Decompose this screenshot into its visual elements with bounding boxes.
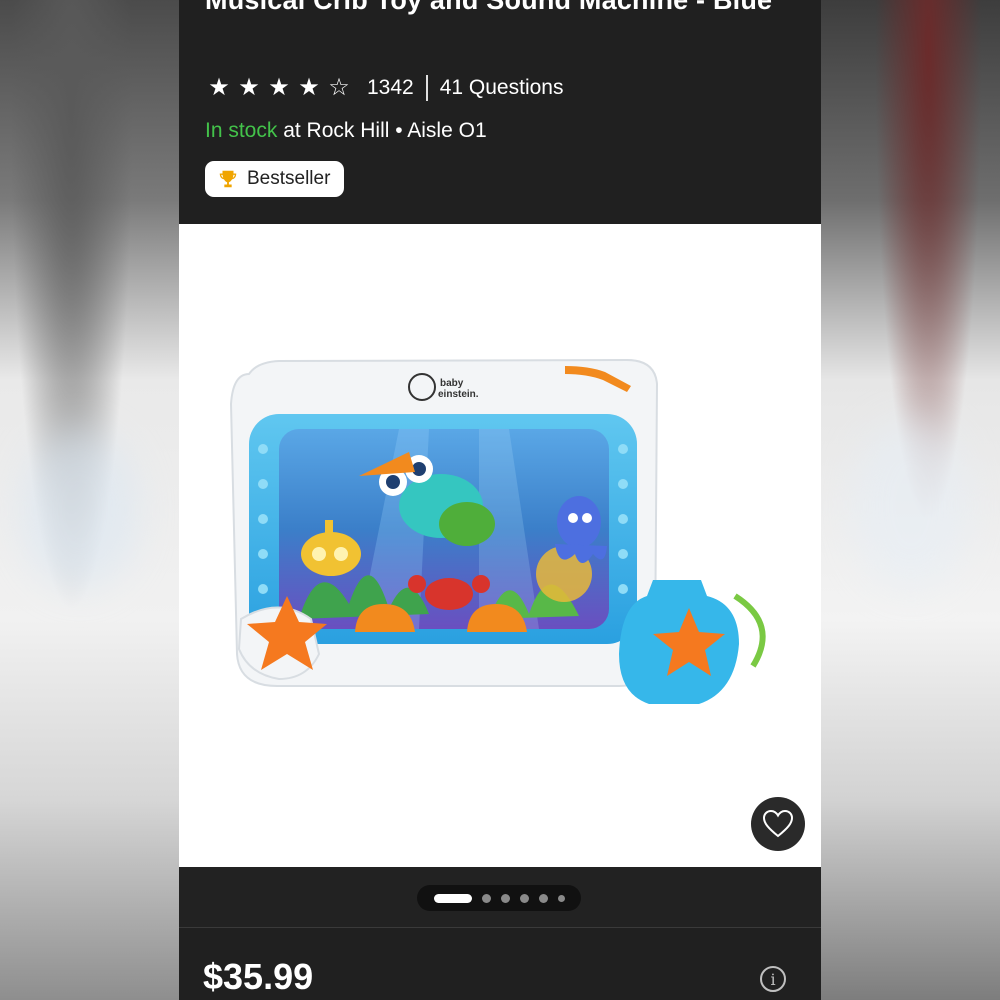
stock-status: In stock [205,119,278,142]
carousel-dot[interactable] [557,894,565,902]
price: $35.99 [203,956,314,997]
rating-row[interactable]: ★ ★ ★ ★ ☆ 1342 41 Questions [205,73,563,103]
trophy-icon [219,170,237,188]
blurred-background-left [0,0,179,1000]
product-header: Musical Crib Toy and Sound Machine - Blu… [179,0,821,224]
star-outline-icon: ☆ [328,74,350,101]
review-count-link[interactable]: 1342 [367,76,414,100]
section-divider [179,927,821,928]
carousel-dot[interactable] [481,893,491,903]
star-icon: ★ [208,74,230,101]
brand-logo-text: baby [440,378,464,389]
product-page: Musical Crib Toy and Sound Machine - Blu… [179,0,821,1000]
stock-availability: In stock at Rock Hill • Aisle O1 [205,119,487,143]
store-location: at Rock Hill • Aisle O1 [277,119,487,142]
carousel-dot[interactable] [500,893,510,903]
info-icon[interactable]: i [760,966,786,992]
questions-link[interactable]: 41 Questions [440,76,564,100]
badge-label: Bestseller [247,168,331,189]
divider [425,75,428,101]
product-title: Musical Crib Toy and Sound Machine - Blu… [205,0,773,15]
star-icon: ★ [298,74,320,101]
carousel-dot[interactable] [538,893,548,903]
carousel-dots[interactable] [417,885,581,911]
carousel-dot-active[interactable] [433,893,472,903]
bestseller-badge: Bestseller [205,161,345,197]
favorite-button[interactable] [751,797,805,851]
star-icon: ★ [238,74,260,101]
product-image-carousel[interactable]: baby einstein. [179,224,821,867]
carousel-dot[interactable] [519,893,529,903]
star-rating: ★ ★ ★ ★ ☆ [205,76,353,100]
star-icon: ★ [268,74,290,101]
heart-icon [762,809,794,838]
svg-text:einstein.: einstein. [438,389,479,400]
carousel-indicator-bar [179,867,821,927]
blurred-background-right [821,0,1000,1000]
product-image: baby einstein. [229,358,766,704]
